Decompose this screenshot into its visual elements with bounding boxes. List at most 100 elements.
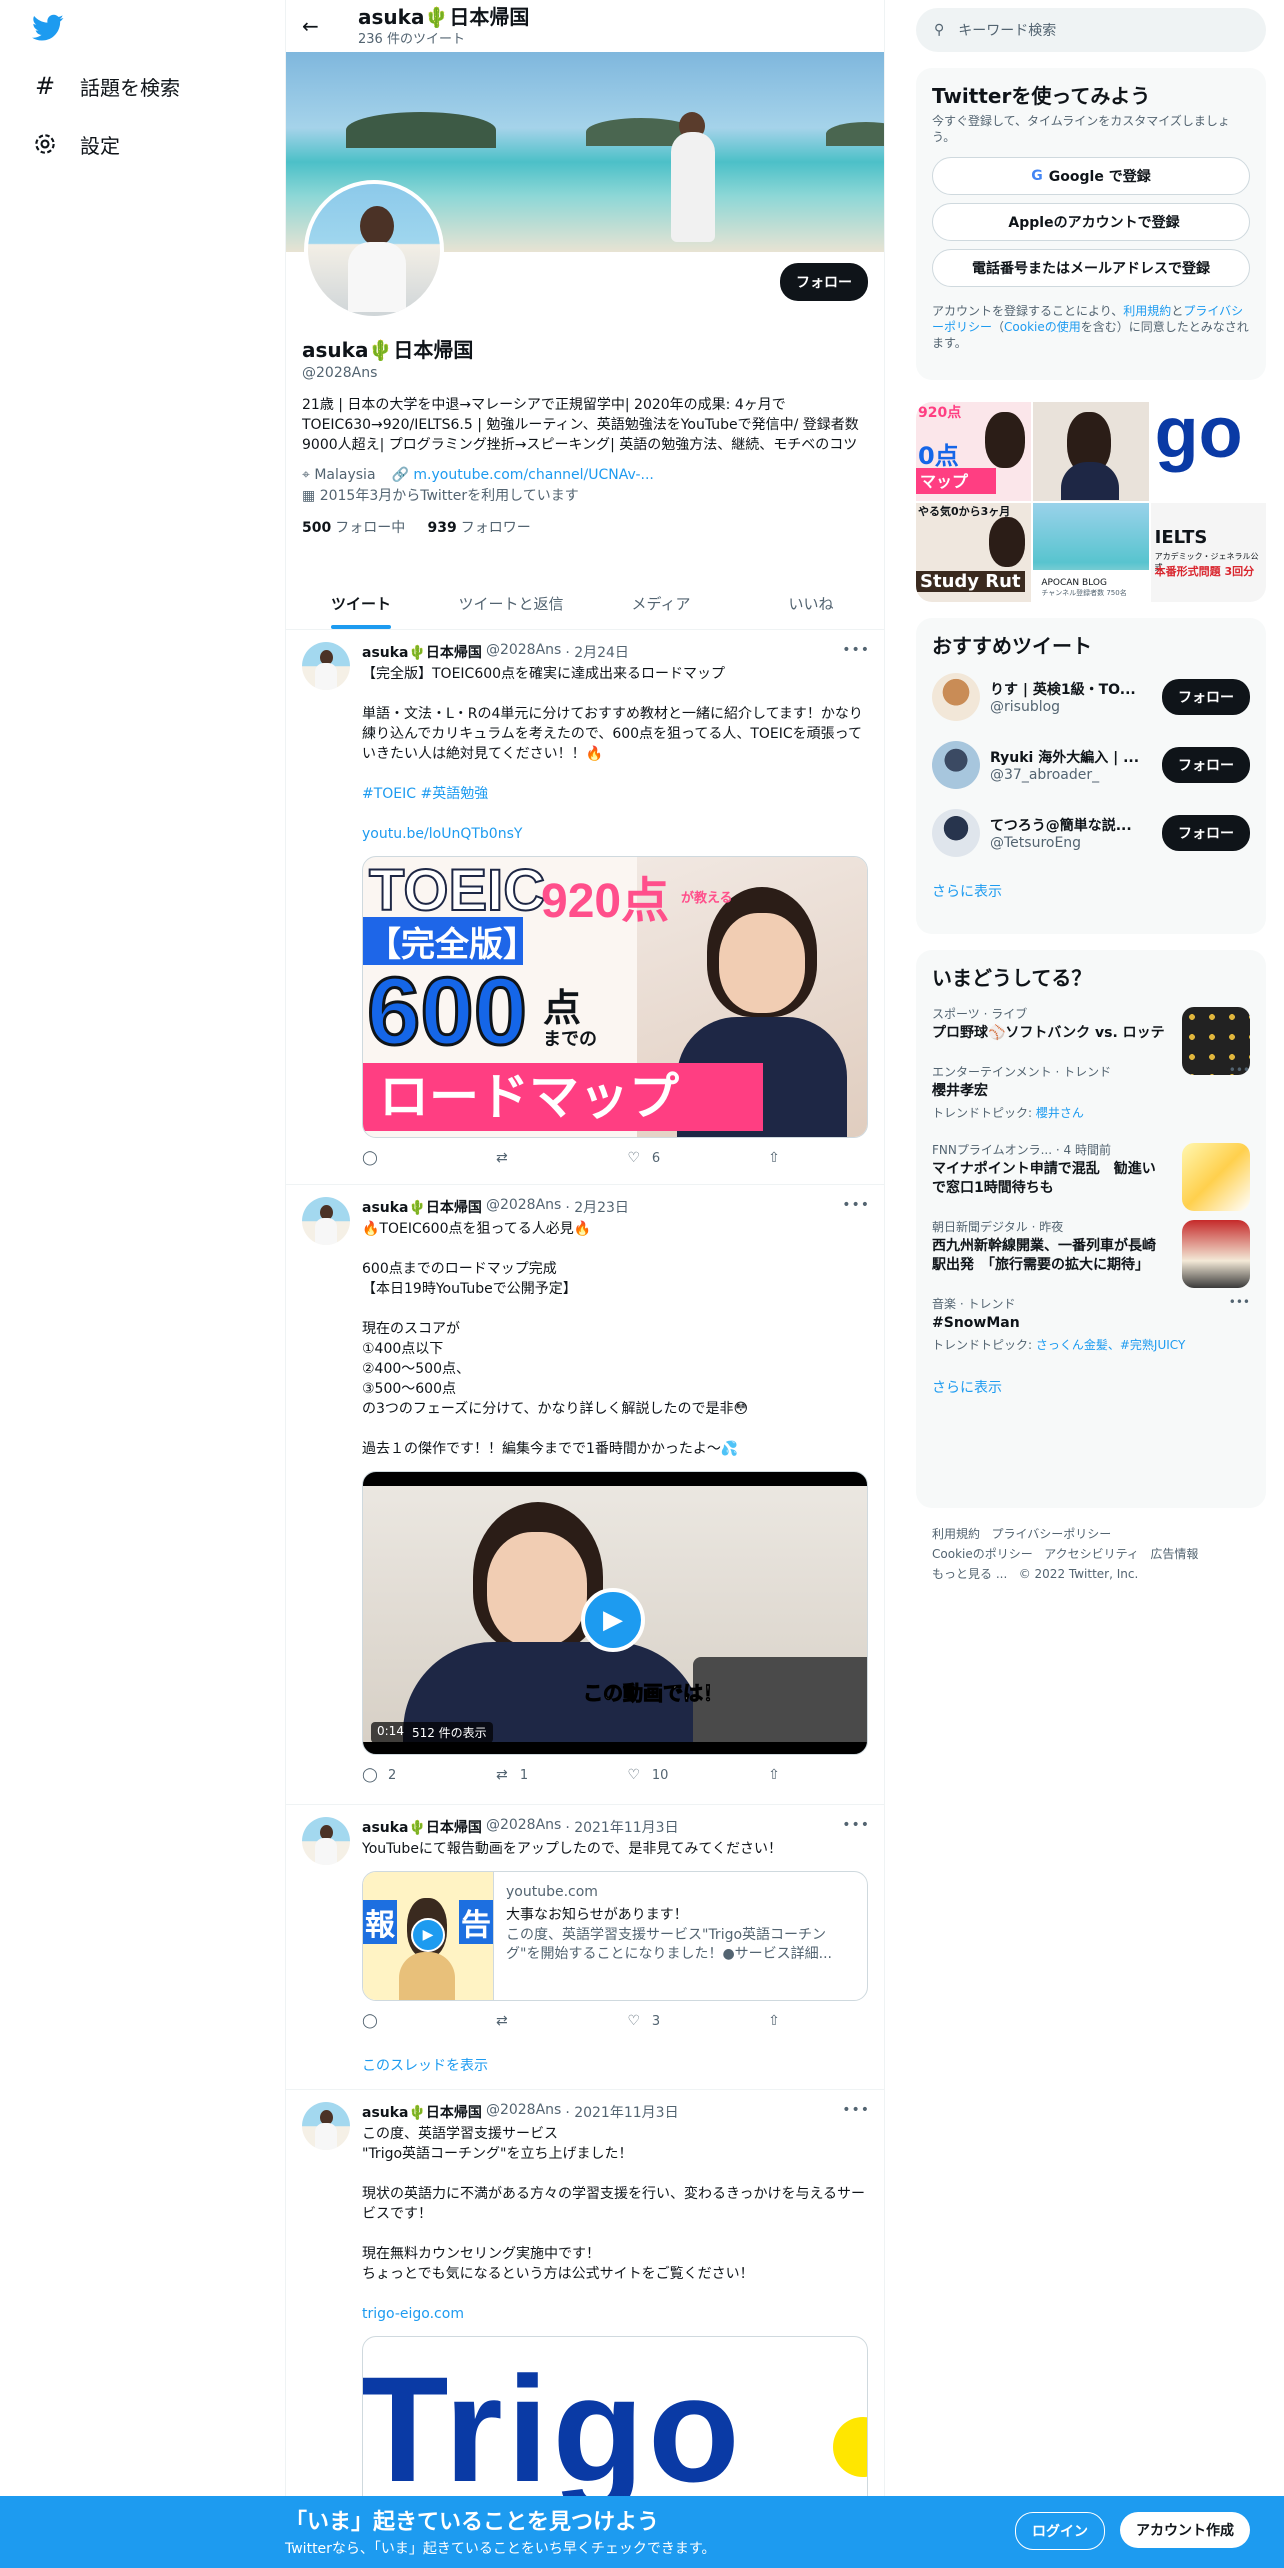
retweet-icon: ⇄ — [496, 1767, 508, 1783]
footer-link[interactable]: プライバシーポリシー — [991, 1527, 1111, 1541]
media-thumb[interactable] — [1033, 402, 1149, 501]
trend-topic-link[interactable]: さっくん金髪、#完熟JUICY — [1036, 1338, 1185, 1352]
more-icon[interactable]: ••• — [842, 642, 870, 658]
more-icon[interactable]: ••• — [842, 1817, 870, 1833]
follow-button[interactable]: フォロー — [1162, 815, 1250, 851]
tweet[interactable]: asuka🌵日本帰国 @2028Ans · 2月23日 ••• 🔥TOEIC60… — [286, 1185, 884, 1805]
share-button[interactable]: ⇧ — [766, 1150, 782, 1166]
retweet-button[interactable]: ⇄ 1 — [494, 1767, 528, 1783]
retweet-icon: ⇄ — [496, 1150, 508, 1166]
search-box[interactable]: ⚲ キーワード検索 — [916, 8, 1266, 52]
tweet-author-name[interactable]: asuka🌵日本帰国 — [362, 642, 482, 662]
nav-settings-label: 設定 — [80, 133, 120, 158]
reply-button[interactable]: ◯ — [362, 1150, 388, 1166]
follow-button[interactable]: フォロー — [1162, 747, 1250, 783]
tweet-link[interactable]: youtu.be/loUnQTb0nsY — [362, 826, 522, 842]
like-button[interactable]: ♡ 3 — [626, 2013, 661, 2029]
more-icon[interactable]: ••• — [1229, 1295, 1250, 1309]
profile-name: asuka🌵日本帰国 — [302, 338, 474, 362]
like-button[interactable]: ♡ 10 — [626, 1767, 669, 1783]
trend-item[interactable]: FNNプライムオンラ... · 4 時間前 マイナポイント申請で混乱 勧進いで窓… — [916, 1131, 1266, 1211]
share-button[interactable]: ⇧ — [766, 1767, 782, 1783]
back-arrow-icon[interactable]: ← — [302, 14, 338, 38]
footer-link[interactable]: Cookieのポリシー — [932, 1547, 1033, 1561]
tab-media[interactable]: メディア — [586, 578, 736, 629]
recommended-user[interactable]: てつろう@簡単な説... @TetsuroEng フォロー — [916, 799, 1266, 867]
media-thumb[interactable]: 920点 0点 マップ — [916, 402, 1032, 501]
nav-explore[interactable]: # 話題を検索 — [32, 66, 180, 106]
link-card[interactable]: 報 告 ▶ youtube.com 大事なお知らせがあります！ この度、英語学習… — [362, 1871, 868, 2001]
footer-link[interactable]: アクセシビリティ — [1044, 1547, 1139, 1561]
media-thumb[interactable]: go — [1150, 402, 1266, 501]
media-thumb[interactable]: APOCAN BLOG チャンネル登録者数 750名 — [1033, 503, 1149, 602]
search-input[interactable]: キーワード検索 — [958, 20, 1056, 40]
play-icon[interactable]: ▶ — [581, 1588, 645, 1652]
tweet-date[interactable]: · 2021年11月3日 — [565, 1817, 678, 1837]
trend-topic-link[interactable]: 櫻井さん — [1036, 1106, 1084, 1120]
profile-url[interactable]: m.youtube.com/channel/UCNAv-... — [413, 467, 653, 483]
like-button[interactable]: ♡ 6 — [626, 1150, 661, 1166]
tweet-author-name[interactable]: asuka🌵日本帰国 — [362, 1817, 482, 1837]
tweet-author-name[interactable]: asuka🌵日本帰国 — [362, 1197, 482, 1217]
recommended-user[interactable]: りす | 英検1級・TO... @risublog フォロー — [916, 663, 1266, 731]
tab-tweets-replies[interactable]: ツイートと返信 — [436, 578, 586, 629]
more-icon[interactable]: ••• — [842, 1197, 870, 1213]
trend-item[interactable]: エンターテインメント · トレンド 櫻井孝宏 トレンドトピック: 櫻井さん ••… — [916, 1053, 1266, 1131]
followers-link[interactable]: 939 フォロワー — [428, 520, 531, 536]
nav-settings[interactable]: 設定 — [32, 124, 120, 164]
following-link[interactable]: 500 フォロー中 — [302, 520, 405, 536]
reply-button[interactable]: ◯ — [362, 2013, 388, 2029]
show-thread-link[interactable]: このスレッドを表示 — [362, 2058, 488, 2074]
login-button[interactable]: ログイン — [1015, 2512, 1105, 2550]
trends-show-more-link[interactable]: さらに表示 — [932, 1380, 1002, 1396]
tweet-date[interactable]: · 2月23日 — [565, 1197, 629, 1217]
trend-item[interactable]: 朝日新聞デジタル · 昨夜 西九州新幹線開業、一番列車が長崎駅出発 「旅行需要の… — [916, 1208, 1266, 1288]
trend-item[interactable]: スポーツ · ライブ プロ野球⚾ソフトバンク vs. ロッテ — [916, 995, 1266, 1075]
tweet-date[interactable]: · 2021年11月3日 — [565, 2102, 678, 2122]
recommended-user[interactable]: Ryuki 海外大編入 | ... @37_abroader_ フォロー — [916, 731, 1266, 799]
tweet-text: この度、英語学習支援サービス "Trigo英語コーチング"を立ち上げました！ 現… — [362, 2126, 866, 2282]
phone-email-signup-button[interactable]: 電話番号またはメールアドレスで登録 — [932, 249, 1250, 287]
tweet-video[interactable]: この動画では！ ▶ 0:14 512 件の表示 — [362, 1471, 868, 1755]
create-account-button[interactable]: アカウント作成 — [1120, 2512, 1250, 2548]
tab-likes[interactable]: いいね — [736, 578, 884, 629]
follow-button[interactable]: フォロー — [780, 263, 868, 301]
footer-link[interactable]: 広告情報 — [1150, 1547, 1198, 1561]
tweet-hashtags[interactable]: #TOEIC #英語勉強 — [362, 786, 488, 802]
footer-link[interactable]: 利用規約 — [932, 1527, 980, 1541]
more-icon[interactable]: ••• — [842, 2102, 870, 2118]
google-signup-button[interactable]: G Google で登録 — [932, 157, 1250, 195]
tweet-link[interactable]: trigo-eigo.com — [362, 2306, 464, 2322]
reply-button[interactable]: ◯ 2 — [362, 1767, 396, 1783]
profile-avatar[interactable] — [304, 180, 444, 320]
retweet-icon: ⇄ — [496, 2013, 508, 2029]
terms-link[interactable]: 利用規約 — [1123, 304, 1171, 318]
tweet-avatar[interactable] — [302, 1197, 350, 1245]
tweet-author-name[interactable]: asuka🌵日本帰国 — [362, 2102, 482, 2122]
share-button[interactable]: ⇧ — [766, 2013, 782, 2029]
trend-item[interactable]: 音楽 · トレンド #SnowMan トレンドトピック: さっくん金髪、#完熟J… — [916, 1285, 1266, 1363]
footer-more-link[interactable]: もっと見る ... — [932, 1567, 1007, 1581]
show-more-link[interactable]: さらに表示 — [932, 884, 1002, 900]
media-thumb[interactable]: やる気0から3ヶ月 Study Rut — [916, 503, 1032, 602]
retweet-button[interactable]: ⇄ — [494, 1150, 520, 1166]
media-thumb[interactable]: IELTS アカデミック・ジェネラル公式 本番形式問題 3回分 — [1150, 503, 1266, 602]
profile-header: ← asuka🌵日本帰国 236 件のツイート — [286, 0, 884, 52]
tweet-avatar[interactable] — [302, 1817, 350, 1865]
tweet[interactable]: asuka🌵日本帰国 @2028Ans · 2021年11月3日 ••• You… — [286, 1805, 884, 2090]
tweet-avatar[interactable] — [302, 642, 350, 690]
retweet-button[interactable]: ⇄ — [494, 2013, 520, 2029]
more-icon[interactable]: ••• — [1229, 1063, 1250, 1077]
apple-signup-button[interactable]: Appleのアカウントで登録 — [932, 203, 1250, 241]
thumb-text-made: までの — [543, 1029, 597, 1050]
follow-button[interactable]: フォロー — [1162, 679, 1250, 715]
tweet-avatar[interactable] — [302, 2102, 350, 2150]
tweet-media-thumbnail[interactable]: TOEIC 920点 が教える 【完全版】 600 点 までの ロードマップ — [362, 856, 868, 1138]
thumb-text-score: 920点 — [541, 875, 670, 928]
tab-tweets[interactable]: ツイート — [286, 578, 436, 629]
twitter-logo-icon[interactable] — [32, 14, 64, 42]
tweet-date[interactable]: · 2月24日 — [565, 642, 629, 662]
thumb-text-toeic: TOEIC — [368, 857, 546, 924]
cookie-link[interactable]: Cookieの使用 — [1004, 320, 1081, 334]
tweet[interactable]: asuka🌵日本帰国 @2028Ans · 2月24日 ••• 【完全版】TOE… — [286, 630, 884, 1185]
